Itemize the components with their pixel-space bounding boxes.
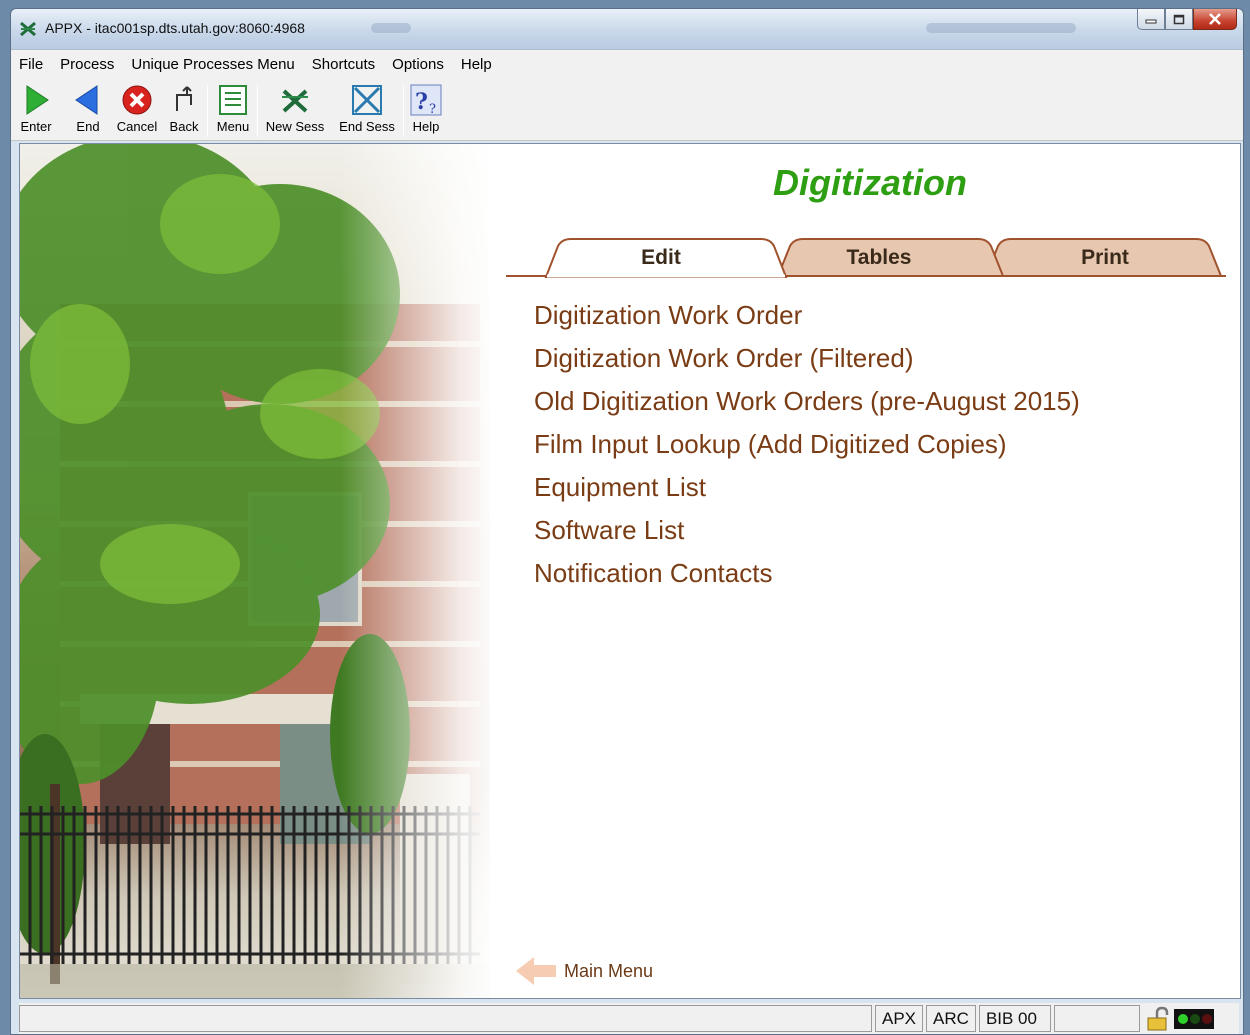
cancel-label: Cancel <box>116 119 158 134</box>
tab-print[interactable]: Print <box>1030 246 1180 270</box>
photo-fade <box>340 144 500 998</box>
cancel-x-icon <box>122 85 152 115</box>
new-sess-button[interactable]: New Sess <box>263 83 327 137</box>
menu-file[interactable]: File <box>19 56 43 73</box>
status-cell-apx: APX <box>875 1005 924 1032</box>
window-title: APPX - itac001sp.dts.utah.gov:8060:4968 <box>45 20 305 36</box>
main-menu-label: Main Menu <box>564 960 654 981</box>
building-photo <box>20 144 500 998</box>
new-session-icon <box>282 89 308 113</box>
svg-text:?: ? <box>415 89 428 115</box>
help-icon: ?? <box>410 84 442 117</box>
status-message-field <box>19 1005 872 1032</box>
menu-bar: File Process Unique Processes Menu Short… <box>11 49 1243 79</box>
end-label: End <box>76 119 100 134</box>
end-button[interactable]: End <box>69 83 107 137</box>
status-cell-arc: ARC <box>926 1005 976 1032</box>
menu-item-software-list[interactable]: Software List <box>534 509 1080 552</box>
connection-status-icon <box>1173 1008 1214 1029</box>
end-sess-label: End Sess <box>339 119 395 134</box>
tab-edit[interactable]: Edit <box>586 246 736 270</box>
title-bar[interactable]: APPX - itac001sp.dts.utah.gov:8060:4968 <box>11 9 1243 49</box>
help-label: Help <box>412 119 440 134</box>
page-title: Digitization <box>773 162 967 203</box>
cancel-button[interactable]: Cancel <box>113 83 161 137</box>
menu-item-list: Digitization Work Order Digitization Wor… <box>534 294 1080 595</box>
menu-item-notification-contacts[interactable]: Notification Contacts <box>534 552 1080 595</box>
maximize-button[interactable] <box>1165 9 1193 30</box>
end-sess-button[interactable]: End Sess <box>335 83 399 137</box>
menu-list-icon <box>219 85 247 115</box>
status-cell-empty <box>1053 1005 1140 1032</box>
lock-icon <box>1147 1006 1169 1030</box>
status-cell-bib: BIB 00 <box>978 1005 1051 1032</box>
menu-unique-processes[interactable]: Unique Processes Menu <box>131 56 294 73</box>
enter-button[interactable]: Enter <box>17 83 55 137</box>
back-arrow-icon <box>516 957 556 985</box>
maximize-icon <box>1173 14 1185 24</box>
menu-item-equipment-list[interactable]: Equipment List <box>534 466 1080 509</box>
minimize-icon <box>1145 19 1157 24</box>
ghost-title <box>926 23 1076 33</box>
menu-shortcuts[interactable]: Shortcuts <box>312 56 375 73</box>
back-button[interactable]: Back <box>165 83 203 137</box>
menu-label: Menu <box>216 119 250 134</box>
back-arrow-icon <box>176 86 192 111</box>
menu-item-digitization-work-order[interactable]: Digitization Work Order <box>534 294 1080 337</box>
menu-button[interactable]: Menu <box>213 83 253 137</box>
close-icon <box>1209 13 1221 25</box>
enter-label: Enter <box>20 119 52 134</box>
back-label: Back <box>169 119 199 134</box>
menu-item-film-input-lookup[interactable]: Film Input Lookup (Add Digitized Copies) <box>534 423 1080 466</box>
main-menu-link[interactable]: Main Menu <box>514 954 653 988</box>
status-bar: APX ARC BIB 00 <box>19 1003 1239 1034</box>
minimize-button[interactable] <box>1137 9 1165 30</box>
toolbar: Enter End Cancel Back Menu New Sess End … <box>11 79 1243 141</box>
menu-item-old-digitization-work-orders[interactable]: Old Digitization Work Orders (pre-August… <box>534 380 1080 423</box>
svg-text:?: ? <box>429 102 436 117</box>
help-button[interactable]: ?? Help <box>407 83 445 137</box>
appx-logo-icon <box>20 21 36 37</box>
toolbar-separator <box>207 85 208 137</box>
new-sess-label: New Sess <box>265 119 325 134</box>
menu-process[interactable]: Process <box>60 56 114 73</box>
menu-options[interactable]: Options <box>392 56 444 73</box>
menu-help[interactable]: Help <box>461 56 492 73</box>
toolbar-separator <box>257 85 258 137</box>
main-panel: Digitization Edit Tables Print Digitizat… <box>19 143 1241 999</box>
tab-tables[interactable]: Tables <box>804 246 954 270</box>
menu-item-digitization-work-order-filtered[interactable]: Digitization Work Order (Filtered) <box>534 337 1080 380</box>
end-session-icon <box>352 85 382 115</box>
ghost-icon <box>371 23 411 33</box>
enter-arrow-icon <box>26 85 49 115</box>
end-arrow-icon <box>75 85 98 115</box>
close-button[interactable] <box>1193 9 1237 30</box>
toolbar-separator <box>403 85 404 137</box>
app-window: APPX - itac001sp.dts.utah.gov:8060:4968 … <box>10 8 1244 1035</box>
